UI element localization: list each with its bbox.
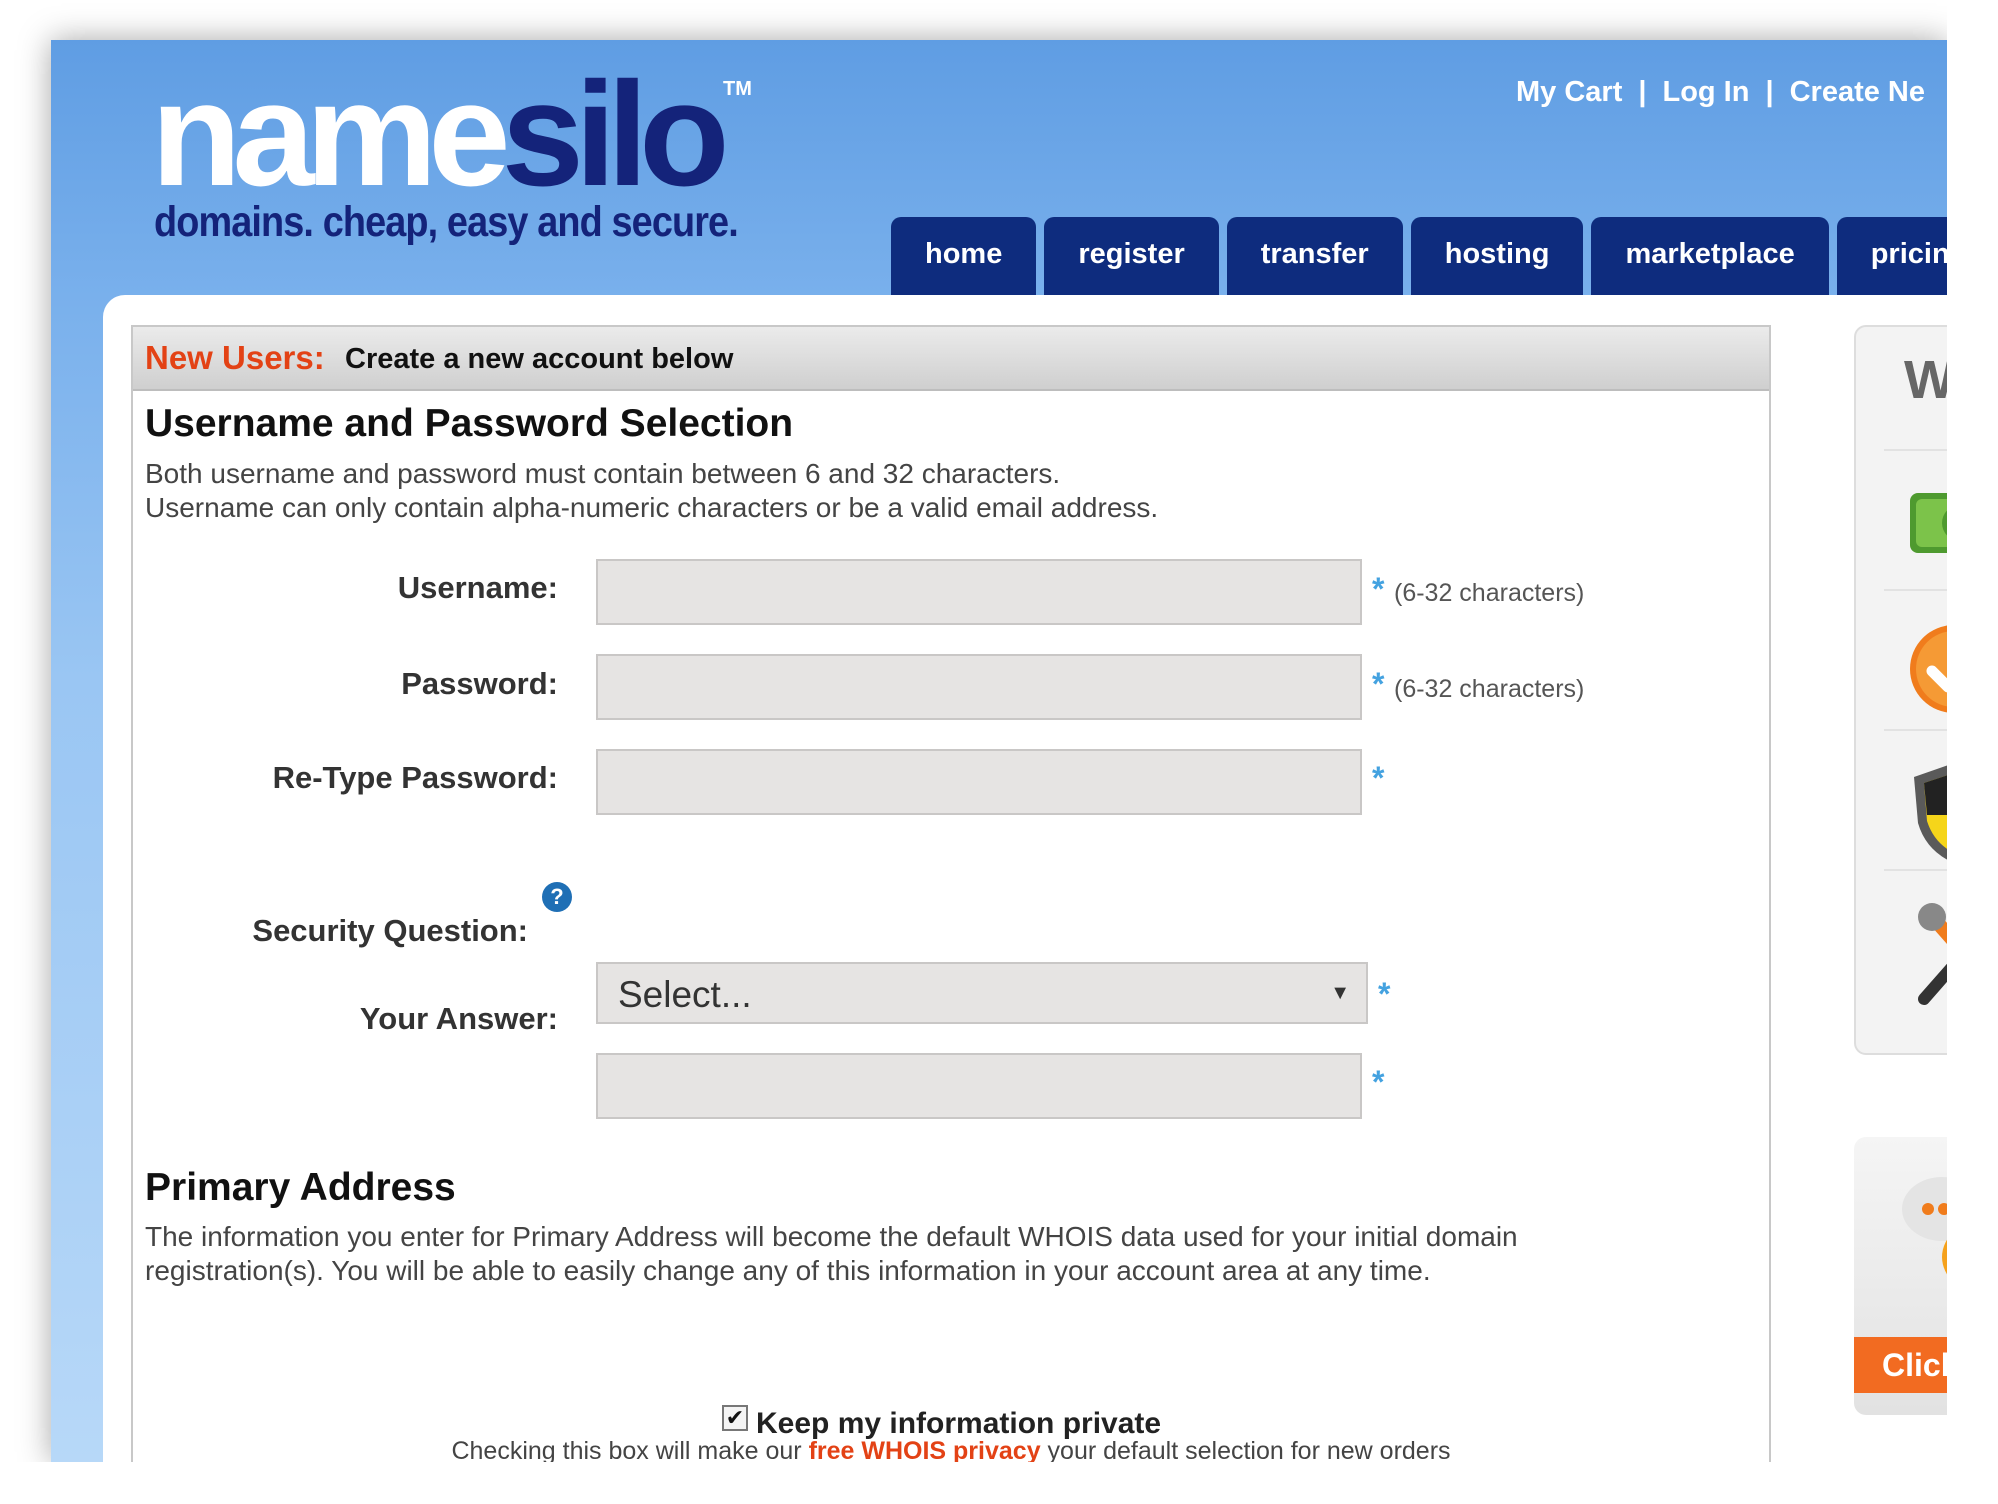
new-account-form: New Users: Create a new account below Us… xyxy=(131,325,1771,1462)
tab-pricing[interactable]: pricing xyxy=(1836,217,1947,295)
privacy-checkbox[interactable]: ✔ xyxy=(722,1405,748,1431)
privacy-checkbox-label[interactable]: Keep my information private xyxy=(756,1407,1161,1441)
retype-password-label: Re-Type Password: xyxy=(272,760,558,795)
tagline: domains. cheap, easy and secure. xyxy=(154,198,739,246)
link-separator: | xyxy=(1765,76,1774,108)
username-input[interactable] xyxy=(596,559,1362,625)
tab-register[interactable]: register xyxy=(1044,217,1219,295)
new-users-label: New Users: xyxy=(145,339,325,376)
browser-window: namesilo TM domains. cheap, easy and sec… xyxy=(51,40,1947,1462)
click-here-button[interactable]: Click he xyxy=(1854,1337,1947,1393)
privacy-note-text: Checking this box will make our xyxy=(451,1437,809,1462)
form-header: New Users: Create a new account below xyxy=(133,327,1769,391)
section-desc-line: registration(s). You will be able to eas… xyxy=(145,1255,1431,1286)
divider xyxy=(1884,449,1947,451)
required-mark: * xyxy=(1372,666,1385,702)
password-label: Password: xyxy=(401,666,558,701)
page-background xyxy=(1947,0,1998,1504)
section-desc-line: Username can only contain alpha-numeric … xyxy=(145,492,1159,523)
support-promo: Click he xyxy=(1854,1137,1947,1415)
security-question-select[interactable]: Select... ▼ xyxy=(596,962,1368,1024)
privacy-note-text: your default selection for new orders xyxy=(1040,1437,1451,1462)
log-in-link[interactable]: Log In xyxy=(1662,76,1749,108)
length-hint: (6-32 characters) xyxy=(1394,579,1585,607)
shield-icon xyxy=(1914,765,1947,860)
tools-icon xyxy=(1918,903,1947,1005)
chevron-down-icon: ▼ xyxy=(1330,982,1350,1004)
required-mark: * xyxy=(1372,571,1385,607)
answer-label: Your Answer: xyxy=(359,1001,558,1036)
username-label: Username: xyxy=(397,570,558,605)
required-mark: * xyxy=(1372,760,1385,796)
create-new-account-link[interactable]: Create Ne xyxy=(1790,76,1925,108)
section-title-primary-address: Primary Address xyxy=(145,1166,456,1209)
required-mark: * xyxy=(1378,976,1391,1012)
help-icon[interactable]: ? xyxy=(542,882,572,912)
security-question-label: Security Question: xyxy=(252,913,528,948)
top-links: My Cart | Log In | Create Ne xyxy=(1516,76,1925,109)
link-separator: | xyxy=(1638,76,1647,108)
section-desc-line: The information you enter for Primary Ad… xyxy=(145,1221,1518,1252)
privacy-note: Checking this box will make our free WHO… xyxy=(133,1437,1769,1462)
page-background xyxy=(0,1462,1998,1504)
why-title: Why xyxy=(1904,350,1947,410)
tab-home[interactable]: home xyxy=(891,217,1037,295)
required-mark: * xyxy=(1372,1064,1385,1100)
divider xyxy=(1884,729,1947,731)
section-desc-line: Both username and password must contain … xyxy=(145,458,1061,489)
tab-hosting[interactable]: hosting xyxy=(1410,217,1584,295)
whois-privacy-link[interactable]: free WHOIS privacy xyxy=(809,1437,1041,1462)
chat-bubbles-icon xyxy=(1902,1177,1947,1275)
divider xyxy=(1884,589,1947,591)
why-namesilo-panel: Why $ xyxy=(1854,325,1947,1055)
money-icon: $ xyxy=(1910,493,1947,553)
password-input[interactable] xyxy=(596,654,1362,720)
length-hint: (6-32 characters) xyxy=(1394,675,1585,703)
checkmark-icon xyxy=(1910,625,1947,713)
logo-name-part: name xyxy=(151,52,511,217)
form-header-text: Create a new account below xyxy=(345,343,734,375)
trademark-mark: TM xyxy=(723,78,752,100)
security-answer-input[interactable] xyxy=(596,1053,1362,1119)
tab-marketplace[interactable]: marketplace xyxy=(1591,217,1829,295)
tab-transfer[interactable]: transfer xyxy=(1226,217,1403,295)
my-cart-link[interactable]: My Cart xyxy=(1516,76,1622,108)
select-value: Select... xyxy=(618,974,752,1015)
logo-wordmark: namesilo xyxy=(151,50,730,220)
divider xyxy=(1884,869,1947,871)
section-title-credentials: Username and Password Selection xyxy=(145,402,794,445)
retype-password-input[interactable] xyxy=(596,749,1362,815)
logo-silo-part: silo xyxy=(501,52,730,217)
main-nav: home register transfer hosting marketplace pr… xyxy=(891,217,1947,295)
